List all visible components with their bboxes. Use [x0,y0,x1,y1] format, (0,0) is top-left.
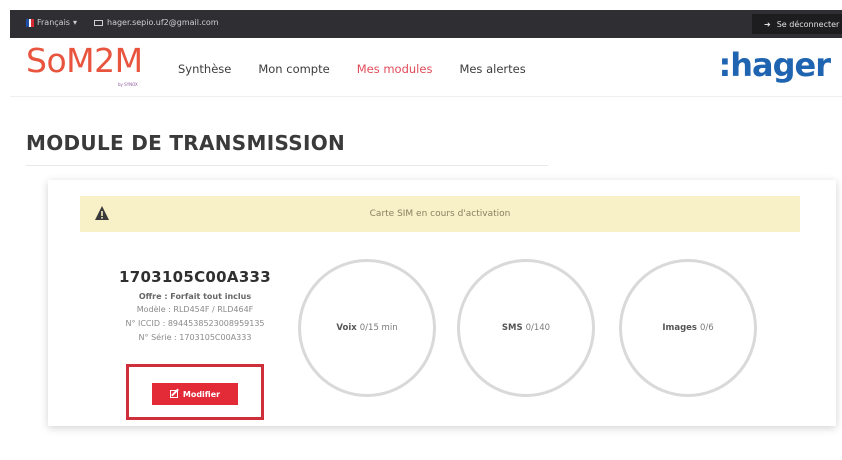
logout-icon: ➜ [764,19,771,29]
sim-activation-alert: Carte SIM en cours d'activation [80,196,800,232]
logo-text: SoM2M [26,41,143,80]
language-label: Français [37,18,70,27]
page-title: MODULE DE TRANSMISSION [26,131,346,155]
module-card: Carte SIM en cours d'activation 1703105C… [48,180,836,426]
module-offer: Offre : Forfait tout inclus [138,292,252,301]
language-selector[interactable]: Français ▾ [26,18,77,27]
module-serial-title: 1703105C00A333 [118,268,272,286]
edit-icon [169,390,178,398]
nav-mon-compte[interactable]: Mon compte [258,62,329,76]
usage-images-circle: Images 0/6 [619,259,757,397]
usage-images-label: Images [662,323,697,333]
title-divider [26,165,548,166]
nav-mes-modules[interactable]: Mes modules [357,62,433,76]
module-info: 1703105C00A333 Offre : Forfait tout incl… [110,268,280,345]
usage-voice-label: Voix [336,323,357,333]
main-nav: Synthèse Mon compte Mes modules Mes aler… [178,62,526,76]
main-header: SoM2M by SYNOX Synthèse Mon compte Mes m… [10,38,842,97]
edit-button-label: Modifier [182,389,221,399]
som2m-logo[interactable]: SoM2M by SYNOX [26,42,156,92]
usage-voice-circle: Voix 0/15 min [298,259,436,397]
logout-button[interactable]: ➜ Se déconnecter [752,14,842,34]
module-iccid: N° ICCID : 8944538523008959135 [125,319,265,328]
logo-subtitle: by SYNOX [118,82,138,87]
logout-label: Se déconnecter [776,19,840,29]
hager-logo: :hager [718,46,831,84]
email-label: hager.sepio.uf2@gmail.com [107,18,219,27]
usage-sms-value: 0/140 [525,323,551,333]
top-bar: Français ▾ hager.sepio.uf2@gmail.com ➜ S… [10,10,842,38]
usage-sms-label: SMS [501,323,523,333]
warning-icon [95,206,109,220]
edit-button[interactable]: Modifier [152,383,238,405]
usage-sms-circle: SMS 0/140 [457,259,595,397]
caret-down-icon: ▾ [72,18,77,27]
mail-icon [94,19,103,26]
alert-message: Carte SIM en cours d'activation [369,209,511,219]
nav-synthese[interactable]: Synthèse [178,62,231,76]
usage-images-value: 0/6 [699,323,714,333]
nav-mes-alertes[interactable]: Mes alertes [459,62,525,76]
usage-voice-value: 0/15 min [359,323,398,333]
account-email: hager.sepio.uf2@gmail.com [94,18,219,27]
module-serial: N° Série : 1703105C00A333 [138,333,252,342]
france-flag-icon [26,18,35,27]
module-model: Modèle : RLD454F / RLD464F [136,305,254,314]
